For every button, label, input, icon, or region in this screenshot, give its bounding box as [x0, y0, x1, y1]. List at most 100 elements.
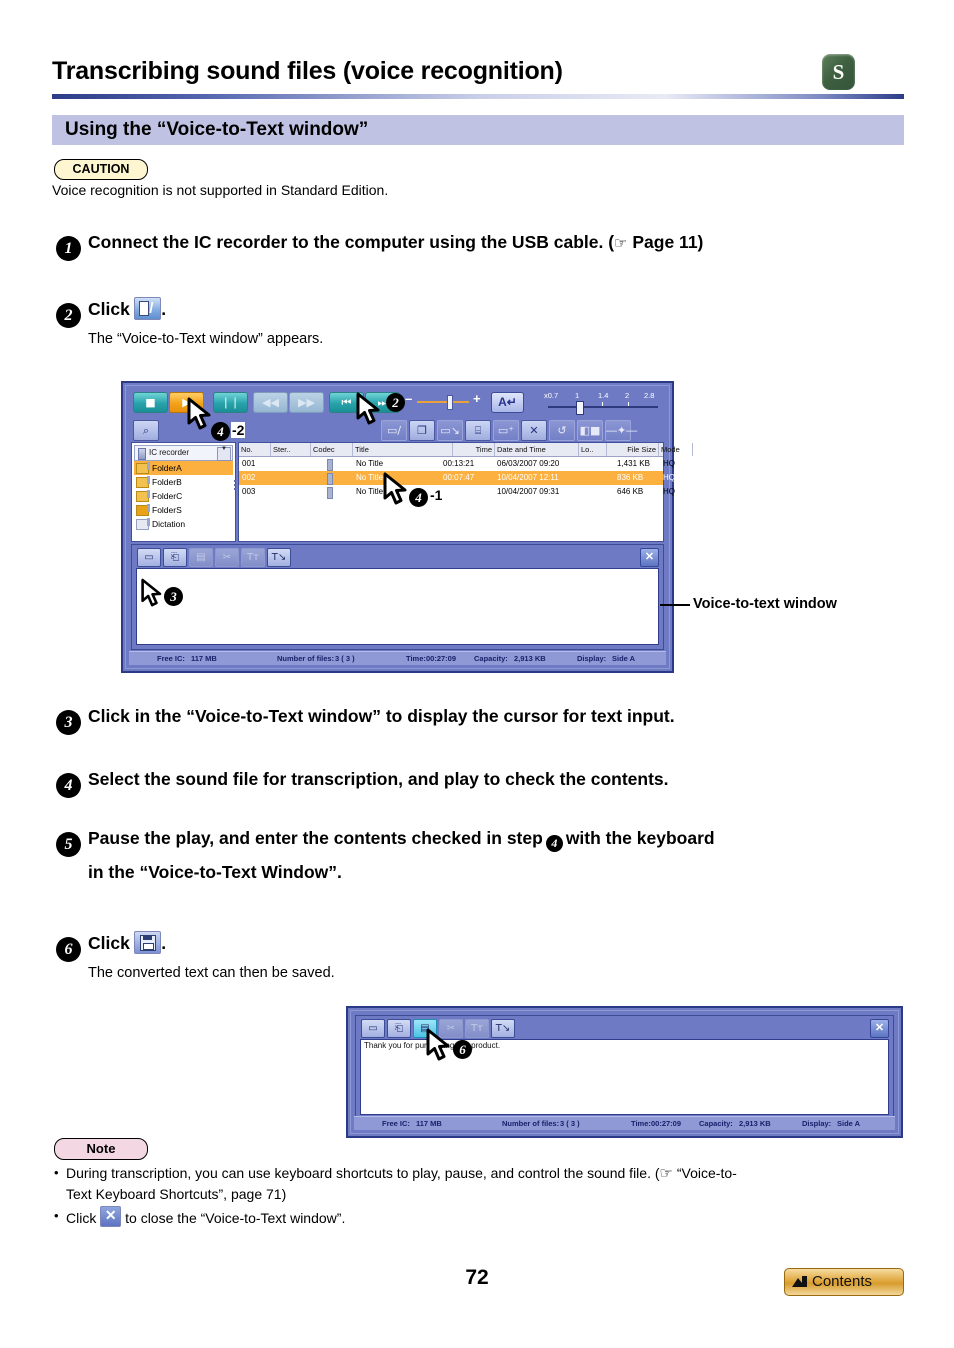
pause-button[interactable]: ❘❘: [213, 392, 248, 413]
new-folder-button[interactable]: ▭⁺: [493, 420, 519, 441]
status-display-value: Side A: [837, 1119, 861, 1128]
contents-arrow-icon: [792, 1276, 807, 1287]
folder-item-folderb[interactable]: FolderB: [134, 475, 233, 489]
new-text-button[interactable]: ▭: [137, 548, 161, 567]
page-title: Transcribing sound files (voice recognit…: [52, 57, 563, 85]
chevron-down-icon[interactable]: [217, 446, 231, 461]
font-button[interactable]: Tᴛ: [241, 548, 265, 567]
table-row[interactable]: 001 No Title 00:13:21 06/03/2007 09:20 1…: [239, 457, 675, 471]
search-icon: ⌕: [142, 424, 150, 437]
insert-text-icon: T↘: [495, 1023, 511, 1034]
insert-text-button[interactable]: T↘: [491, 1019, 515, 1038]
ab-repeat-button[interactable]: A↵: [491, 392, 524, 413]
contents-label: Contents: [812, 1273, 873, 1290]
step-5: 5 Pause the play, and enter the contents …: [56, 828, 926, 857]
fast-forward-button[interactable]: ▶▶: [289, 392, 324, 413]
speed-slider-track[interactable]: [548, 406, 658, 408]
speed-slider-knob[interactable]: [576, 401, 584, 415]
voice-to-text-window[interactable]: ▭ ⎗ ▤ ✂ Tᴛ T↘: [131, 544, 664, 650]
status-files-label: Number of files:: [502, 1119, 560, 1128]
new-text-button[interactable]: ▭: [361, 1019, 385, 1038]
stop-button[interactable]: ■: [133, 392, 168, 413]
status-files-value: 3 ( 3 ): [335, 654, 355, 663]
section-heading-band: Using the “Voice-to-Text window”: [52, 115, 904, 145]
pane-splitter[interactable]: [234, 480, 237, 494]
status-files-label: Number of files:: [277, 654, 335, 663]
folder-item-folderc[interactable]: FolderC: [134, 489, 233, 503]
annotation-marker-3: 3: [164, 587, 183, 606]
pointing-hand-icon: ☞: [614, 234, 628, 252]
status-time-value: 00:27:09: [651, 1119, 682, 1128]
close-icon: [100, 1206, 122, 1227]
volume-slider-knob[interactable]: [447, 395, 453, 410]
undo-button[interactable]: ↺: [549, 420, 575, 441]
volume-slider-track[interactable]: [417, 401, 469, 403]
playback-speed-slider[interactable]: x0.7 1 1.4 2 2.8: [540, 391, 660, 415]
properties-icon: ⌸: [474, 424, 482, 437]
new-document-icon: ▭: [368, 1023, 378, 1034]
table-row[interactable]: 002 No Title 00:07:47 10/04/2007 12:11 8…: [239, 471, 675, 485]
voice-to-text-button-icon: /: [134, 297, 162, 320]
folder-item-dictation[interactable]: Dictation: [134, 517, 233, 531]
status-capacity-value: 2,913 KB: [739, 1119, 771, 1128]
voice-to-text-window-saved[interactable]: ▭ ⎗ ▤ ✂ Tᴛ T↘ Thank you for purchasing t…: [346, 1006, 903, 1138]
folder-tree-pane[interactable]: IC recorder FolderA FolderB FolderC: [131, 442, 236, 542]
document-slash-icon: ▭/: [386, 424, 402, 437]
step-2-text: Click: [88, 299, 130, 319]
font-button[interactable]: Tᴛ: [465, 1019, 489, 1038]
col-lock[interactable]: Lo..: [579, 443, 607, 456]
slash-glyph: /: [149, 300, 154, 317]
cell-title: No Title: [356, 459, 384, 468]
col-codec[interactable]: Codec: [311, 443, 353, 456]
col-title[interactable]: Title: [353, 443, 453, 456]
search-button[interactable]: ⌕: [133, 420, 159, 441]
status-free-value: 117 MB: [416, 1119, 442, 1128]
col-date[interactable]: Date and Time: [495, 443, 579, 456]
col-filesize[interactable]: File Size: [607, 443, 659, 456]
open-text-button[interactable]: ⎗: [387, 1019, 411, 1038]
col-mode[interactable]: Mode: [659, 443, 693, 456]
waveform-button[interactable]: ―✦―: [605, 420, 637, 441]
font-icon: Tᴛ: [247, 552, 259, 563]
insert-text-button[interactable]: T↘: [267, 548, 291, 567]
status-display-value: Side A: [612, 654, 636, 663]
copy-icon: ❐: [417, 424, 427, 437]
folder-item-folders[interactable]: FolderS: [134, 503, 233, 517]
status-time-label: Time:: [406, 654, 426, 663]
status-free-label: Free IC:: [157, 654, 185, 663]
speed-tickmark-2: [602, 402, 603, 406]
status-capacity-value: 2,913 KB: [514, 654, 546, 663]
contents-button[interactable]: Contents: [784, 1268, 904, 1296]
divide-button[interactable]: ◧■: [577, 420, 603, 441]
annotation-suffix-4a: -2: [231, 422, 246, 438]
col-no[interactable]: No.: [239, 443, 271, 456]
rewind-button[interactable]: ◀◀: [253, 392, 288, 413]
folder-tag: [147, 476, 150, 484]
properties-button[interactable]: ⌸: [465, 420, 491, 441]
close-voice-to-text-button[interactable]: [870, 1019, 889, 1038]
cell-no: 002: [242, 473, 256, 482]
col-time[interactable]: Time: [453, 443, 495, 456]
callout-leader-line: [660, 604, 690, 606]
table-row[interactable]: 003 No Title 10/04/2007 09:31 646 KB HQ: [239, 485, 675, 499]
cell-title: No Title: [356, 473, 384, 482]
save-text-button[interactable]: ▤: [189, 548, 213, 567]
move-button[interactable]: ▭↘: [437, 420, 463, 441]
note-label: Note: [86, 1141, 116, 1156]
device-selector[interactable]: IC recorder: [134, 445, 233, 461]
step-4-text: Select the sound file for transcription,…: [88, 769, 669, 789]
status-files-value: 3 ( 3 ): [560, 1119, 580, 1128]
copy-button[interactable]: ❐: [409, 420, 435, 441]
close-voice-to-text-button[interactable]: [640, 548, 659, 567]
delete-button[interactable]: ✕: [521, 420, 547, 441]
voice-to-text-editor[interactable]: [136, 568, 659, 645]
cut-button[interactable]: ✂: [215, 548, 239, 567]
open-text-button[interactable]: ⎗: [163, 548, 187, 567]
col-stereo[interactable]: Ster..: [271, 443, 311, 456]
folder-item-foldera[interactable]: FolderA: [134, 461, 233, 475]
cell-filesize: 1,431 KB: [617, 459, 650, 468]
step-1-text-b: Page 11): [627, 232, 704, 252]
file-list-pane[interactable]: No. Ster.. Codec Title Time Date and Tim…: [238, 442, 693, 542]
status-capacity-label: Capacity:: [474, 654, 508, 663]
speed-tick-1: 1: [575, 391, 580, 400]
